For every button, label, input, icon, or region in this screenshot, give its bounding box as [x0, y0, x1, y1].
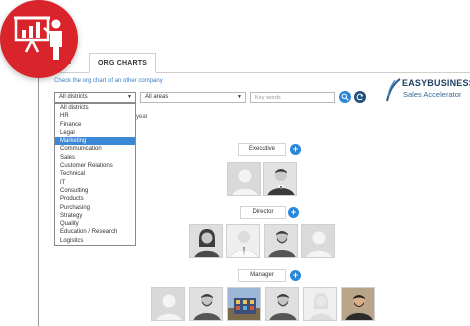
bearded-man-avatar-icon: [190, 288, 222, 320]
dropdown-item[interactable]: Customer Relations: [55, 162, 135, 170]
dropdown-item[interactable]: HR: [55, 112, 135, 120]
executive-level-label: Executive: [238, 143, 286, 156]
dropdown-item-selected[interactable]: Marketing: [55, 137, 135, 146]
reset-button[interactable]: [354, 91, 366, 103]
add-manager-button[interactable]: +: [290, 270, 301, 281]
presentation-badge: [0, 0, 78, 78]
bearded-man-avatar-icon: [266, 288, 298, 320]
add-executive-button[interactable]: +: [290, 144, 301, 155]
dropdown-item[interactable]: Purchasing: [55, 204, 135, 212]
chevron-down-icon: ▼: [237, 94, 242, 100]
presenter-board-icon: [14, 16, 62, 60]
director-avatar-3[interactable]: [264, 224, 298, 258]
director-avatar-1[interactable]: [189, 224, 223, 258]
search-icon: [341, 93, 349, 101]
add-director-button[interactable]: +: [288, 207, 299, 218]
dropdown-item[interactable]: Quality: [55, 220, 135, 228]
dropdown-item[interactable]: Logistics: [55, 237, 135, 245]
refresh-icon: [356, 93, 364, 101]
year-label: year: [136, 114, 148, 120]
manager-avatar-5[interactable]: [303, 287, 337, 321]
woman-avatar-icon: [190, 225, 222, 257]
director-avatar-2[interactable]: [226, 224, 260, 258]
tab-bar: ES ORG CHARTS: [44, 47, 470, 73]
person-placeholder-icon: [152, 288, 184, 320]
director-avatar-4[interactable]: [301, 224, 335, 258]
dropdown-item[interactable]: IT: [55, 179, 135, 187]
woman-placeholder-icon: [304, 288, 336, 320]
district-select[interactable]: All districts ▼: [54, 92, 136, 103]
dropdown-item[interactable]: Education / Research: [55, 228, 135, 236]
district-select-value: All districts: [59, 94, 88, 100]
director-level-label: Director: [240, 206, 286, 219]
dropdown-item[interactable]: Sales: [55, 154, 135, 162]
district-dropdown-list[interactable]: All districts HR Finance Legal Marketing…: [54, 103, 136, 246]
dropdown-item[interactable]: Communication: [55, 145, 135, 153]
area-select[interactable]: All areas ▼: [140, 92, 246, 103]
dropdown-item[interactable]: Technical: [55, 170, 135, 178]
chevron-down-icon: ▼: [127, 94, 132, 100]
man-suit-avatar-icon: [264, 163, 296, 195]
executive-avatar-2[interactable]: [263, 162, 297, 196]
search-button[interactable]: [339, 91, 351, 103]
logo-title: EASYBUSINESS: [402, 78, 470, 88]
dropdown-item[interactable]: Legal: [55, 129, 135, 137]
manager-level-label: Manager: [238, 269, 286, 282]
manager-avatar-4[interactable]: [265, 287, 299, 321]
tab-org-charts[interactable]: ORG CHARTS: [89, 53, 157, 73]
dropdown-item[interactable]: Consulting: [55, 187, 135, 195]
dropdown-item[interactable]: Strategy: [55, 212, 135, 220]
bearded-man-avatar-icon: [265, 225, 297, 257]
manager-avatar-1[interactable]: [151, 287, 185, 321]
man-shirt-avatar-icon: [227, 225, 259, 257]
dropdown-item[interactable]: All districts: [55, 104, 135, 112]
keyword-input[interactable]: [250, 92, 335, 103]
manager-avatar-2[interactable]: [189, 287, 223, 321]
manager-avatar-6[interactable]: [341, 287, 375, 321]
logo-subtitle: Sales Accelerator: [403, 90, 462, 99]
executive-avatar-1[interactable]: [227, 162, 261, 196]
area-select-value: All areas: [145, 94, 169, 100]
dropdown-item[interactable]: Products: [55, 195, 135, 203]
dropdown-item[interactable]: Finance: [55, 121, 135, 129]
logo-swoosh-icon: [386, 78, 401, 102]
person-placeholder-icon: [228, 163, 260, 195]
person-placeholder-icon: [302, 225, 334, 257]
building-photo-icon: [228, 288, 260, 320]
other-company-link[interactable]: Check the org chart of an other company: [54, 78, 163, 84]
easybusiness-logo: EASYBUSINESS Sales Accelerator: [384, 78, 470, 104]
manager-avatar-3[interactable]: [227, 287, 261, 321]
man-photo-icon: [342, 288, 374, 320]
